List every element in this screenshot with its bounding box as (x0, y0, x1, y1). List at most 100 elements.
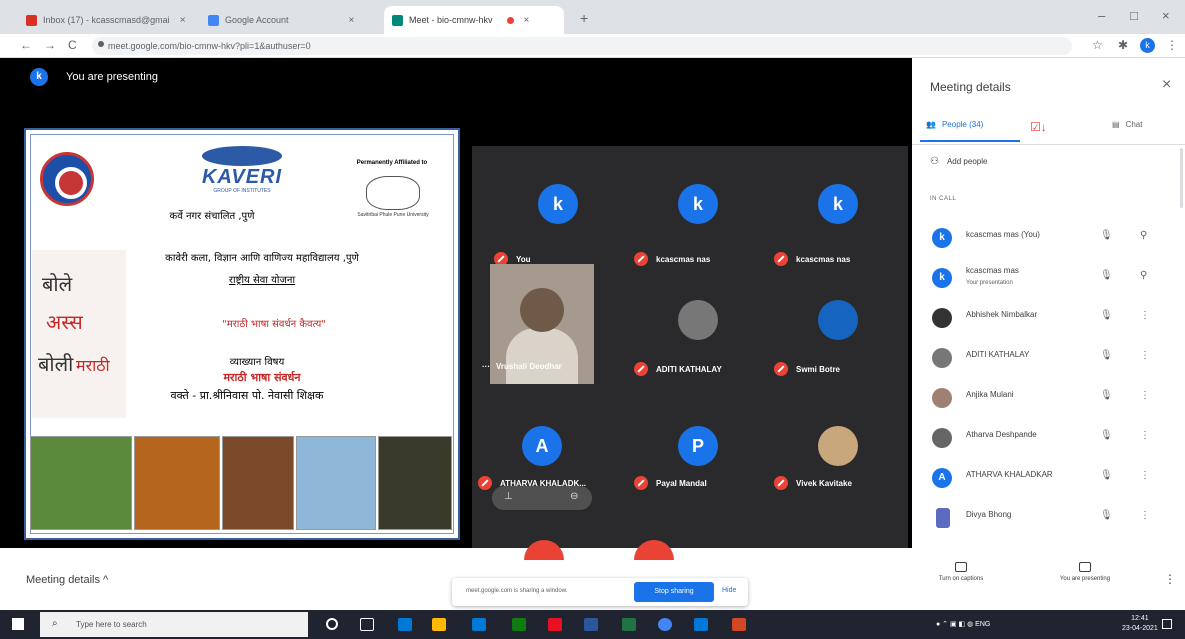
tab-meet[interactable]: Meet - bio-cmnw-hkv × (384, 6, 564, 34)
extension-icon[interactable]: ✱ (1118, 38, 1128, 52)
participant-avatar: A (932, 468, 952, 488)
tab-gmail[interactable]: Inbox (17) - kcasscmasd@gmai × (18, 6, 198, 34)
tab-label: Meet - bio-cmnw-hkv (409, 15, 493, 25)
more-options-icon[interactable]: ⋮ (1140, 510, 1150, 521)
more-options-icon[interactable]: ⋮ (1140, 470, 1150, 481)
new-tab-button[interactable]: + (580, 10, 588, 26)
affiliation-text: Permanently Affiliated to (356, 160, 428, 166)
store-icon[interactable] (472, 618, 486, 631)
mic-off-icon[interactable]: 🎙 (1100, 510, 1113, 521)
participant-row[interactable]: ADITI KATHALAY 🎙 ⋮ (912, 338, 1185, 378)
task-view-icon[interactable] (360, 618, 374, 631)
add-people-button[interactable]: ⚇ Add people (930, 156, 987, 167)
profile-avatar[interactable]: k (1140, 38, 1155, 53)
more-options-icon[interactable]: ⋮ (1164, 572, 1176, 586)
captions-icon (955, 562, 967, 572)
participant-tile[interactable]: ADITI KATHALAY (628, 266, 768, 386)
app-icon[interactable] (548, 618, 562, 631)
mic-off-icon[interactable]: 🎙 (1100, 470, 1113, 481)
kaveri-title: KAVERI (201, 166, 283, 188)
participant-name: kcascmas nas (774, 252, 850, 266)
notifications-icon[interactable] (1162, 619, 1172, 629)
participant-tile[interactable]: Vivek Kavitake (768, 388, 908, 508)
presenting-banner: k You are presenting (0, 58, 912, 90)
meet-icon (392, 14, 403, 26)
edge-icon[interactable] (398, 618, 412, 631)
mic-off-icon[interactable]: 🎙 (1100, 270, 1113, 281)
chrome-icon[interactable] (658, 618, 672, 631)
google-icon (208, 14, 219, 26)
participant-tile[interactable]: k kcascmas nas (768, 146, 908, 266)
participant-row[interactable]: Atharva Deshpande 🎙 ⋮ (912, 418, 1185, 458)
slide-line-1: कर्वे नगर संचालित ,पुणे (169, 211, 255, 222)
participant-label: You (516, 254, 531, 264)
present-button[interactable]: You are presenting (1038, 562, 1132, 582)
pin-icon[interactable]: ⚲ (1140, 270, 1147, 281)
mic-off-icon[interactable]: 🎙 (1100, 230, 1113, 241)
participant-row[interactable]: A ATHARVA KHALADKAR 🎙 ⋮ (912, 458, 1185, 498)
minimize-button[interactable]: – (1098, 8, 1105, 23)
file-explorer-icon[interactable] (432, 618, 446, 631)
participant-tile[interactable]: k kcascmas nas (628, 146, 768, 266)
participant-name: kcascmas mas (You) (966, 230, 1040, 239)
pin-icon[interactable]: ⚲ (1140, 230, 1147, 241)
tab-chat[interactable]: ▤ Chat (1112, 120, 1142, 129)
mic-off-icon[interactable]: 🎙 (1100, 350, 1113, 361)
participant-row[interactable]: k kcascmas mas (You) 🎙 ⚲ (912, 218, 1185, 258)
participant-row[interactable]: Divya Bhong 🎙 ⋮ (912, 498, 1185, 538)
participant-subtitle: Your presentation (966, 280, 1013, 286)
browser-menu-icon[interactable]: ⋮ (1166, 38, 1178, 52)
system-clock[interactable]: 12:41 23-04-2021 (1122, 614, 1158, 634)
more-icon[interactable]: ··· (482, 362, 490, 371)
more-options-icon[interactable]: ⋮ (1140, 310, 1150, 321)
taskbar-search-input[interactable]: ⌕ Type here to search (40, 612, 308, 637)
url-input[interactable]: meet.google.com/bio-cmnw-hkv?pli=1&authu… (92, 37, 1072, 55)
participant-photo (932, 308, 952, 328)
reload-icon[interactable]: C (68, 38, 77, 52)
participant-row[interactable]: Abhishek Nimbalkar 🎙 ⋮ (912, 298, 1185, 338)
participant-tile[interactable]: P Payal Mandal (628, 388, 768, 508)
participant-row[interactable]: k kcascmas mas Your presentation 🎙 ⚲ (912, 258, 1185, 298)
close-tab-icon[interactable]: × (180, 15, 186, 26)
word-icon[interactable] (584, 618, 598, 631)
participant-name: kcascmas mas (966, 266, 1019, 275)
present-label: You are presenting (1059, 576, 1111, 582)
close-panel-button[interactable]: × (1162, 76, 1171, 94)
college-emblem-icon (40, 152, 94, 206)
participant-row[interactable]: Anjika Mulani 🎙 ⋮ (912, 378, 1185, 418)
app-icon[interactable] (694, 618, 708, 631)
participant-tile[interactable]: k You (488, 146, 628, 266)
powerpoint-icon[interactable] (732, 618, 746, 631)
panel-scrollbar[interactable] (1180, 148, 1183, 208)
tab-people[interactable]: 👥 People (34) (926, 120, 983, 129)
captions-button[interactable]: Turn on captions (922, 562, 1000, 582)
back-arrow-icon[interactable]: ← (20, 38, 32, 52)
star-icon[interactable]: ☆ (1092, 38, 1103, 52)
book-covers (30, 436, 452, 532)
participant-tile[interactable]: A ATHARVA KHALADK... (472, 388, 612, 508)
kaveri-subtitle: GROUP OF INSTITUTES (213, 188, 271, 194)
more-options-icon[interactable]: ⋮ (1140, 430, 1150, 441)
mic-off-icon[interactable]: 🎙 (1100, 310, 1113, 321)
maximize-button[interactable]: □ (1130, 8, 1138, 23)
meeting-details-toggle[interactable]: Meeting details ^ (26, 574, 108, 586)
more-options-icon[interactable]: ⋮ (1140, 390, 1150, 401)
app-icon[interactable] (512, 618, 526, 631)
excel-icon[interactable] (622, 618, 636, 631)
close-tab-icon[interactable]: × (524, 15, 530, 26)
windows-start-icon[interactable] (12, 618, 24, 630)
cortana-icon[interactable] (326, 618, 338, 630)
system-tray[interactable]: ● ⌃ ▣ ◧ ◍ ENG (936, 620, 990, 628)
mic-off-icon[interactable]: 🎙 (1100, 390, 1113, 401)
participant-name: ADITI KATHALAY (966, 350, 1030, 359)
participant-label: Swmi Botre (796, 364, 841, 374)
tab-google-account[interactable]: Google Account × (200, 6, 370, 34)
close-tab-icon[interactable]: × (349, 15, 355, 26)
stop-sharing-button[interactable]: Stop sharing (634, 582, 714, 602)
hide-button[interactable]: Hide (722, 587, 736, 594)
participant-tile[interactable]: Swmi Botre (768, 266, 908, 386)
close-window-button[interactable]: × (1162, 8, 1170, 23)
forward-arrow-icon[interactable]: → (44, 38, 56, 52)
mic-off-icon[interactable]: 🎙 (1100, 430, 1113, 441)
more-options-icon[interactable]: ⋮ (1140, 350, 1150, 361)
